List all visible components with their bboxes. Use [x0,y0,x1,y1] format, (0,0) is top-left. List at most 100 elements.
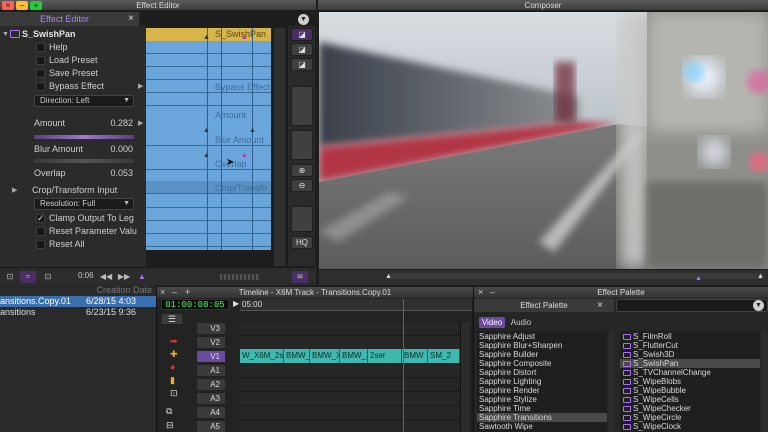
expand-arrow-icon[interactable]: ▶ [138,117,143,130]
composer-monitor[interactable] [319,12,768,269]
close-tab-icon[interactable]: × [597,300,603,311]
track-menu-icon[interactable]: ☰ [161,313,183,325]
track-header-v3[interactable]: V3 [196,322,226,335]
effects-scrollbar[interactable] [761,331,768,432]
keyframe-marker-icon[interactable]: ▲ [203,34,210,41]
mark-in-icon[interactable]: ▲ [385,273,392,280]
track-header-v2[interactable]: V2 [196,336,226,349]
splice-icon[interactable]: ✚ [170,349,178,360]
track-header-a4[interactable]: A4 [196,406,226,419]
zoom-window-icon[interactable]: + [30,1,42,10]
keyframe-marker-icon[interactable]: ▲ [241,34,248,41]
zoom-out-icon[interactable]: ⊖ [291,179,313,192]
blur-amount-value[interactable]: 0.000 [110,143,133,156]
timeline-clip[interactable]: BMW_X [310,349,340,363]
keyframe-marker-icon[interactable]: ▲ [203,152,210,159]
tool-slot[interactable] [291,86,313,126]
category-item[interactable]: Sapphire Render [479,386,539,395]
disclosure-triangle-icon[interactable]: ▼ [2,28,9,41]
save-preset-row[interactable]: Save Preset [0,67,146,80]
bypass-effect-row[interactable]: Bypass Effect ▶ [0,80,146,93]
next-keyframe-icon[interactable]: ▶▶ [116,271,132,283]
position-bar[interactable] [389,273,764,279]
category-item[interactable]: Sapphire Time [479,404,531,413]
tool-slot[interactable] [291,130,313,160]
close-icon[interactable]: × [478,287,483,297]
minimize-icon[interactable]: – [172,287,177,297]
zoom-in-icon[interactable]: ⊕ [291,164,313,177]
minimize-icon[interactable]: – [490,287,495,297]
effect-item[interactable]: S_WipeBubble [623,386,686,395]
overlap-value[interactable]: 0.053 [110,167,133,180]
timeline-titlebar[interactable]: Timeline - X6M Track - Transitions.Copy.… [157,287,473,298]
effect-item[interactable]: S_TVChannelChange [623,368,711,377]
lift-icon[interactable]: ● [170,362,175,372]
keyframe-marker-icon[interactable]: ▲ [249,127,256,134]
extract-icon[interactable]: ▮ [170,375,175,386]
timeline-clip[interactable]: BMW_X [340,349,368,363]
effect-item[interactable]: S_WipeBlobs [623,377,681,386]
save-preset-checkbox[interactable] [36,69,45,78]
timeline-view-icon[interactable]: ⊟ [166,420,174,431]
category-scrollbar[interactable] [608,331,615,432]
category-item[interactable]: Sapphire Stylize [479,395,537,404]
playhead[interactable] [403,299,404,432]
reset-all-row[interactable]: Reset All [0,238,146,251]
close-tab-icon[interactable]: × [128,12,134,26]
minimize-window-icon[interactable]: – [16,1,28,10]
graph-mode-icon[interactable]: ≋ [292,271,308,283]
amount-slider[interactable] [34,135,134,139]
palette-menu-icon[interactable]: ▼ [753,300,764,311]
effect-palette-titlebar[interactable]: Effect Palette [474,287,768,298]
hq-button[interactable]: HQ [291,236,313,249]
timeline-scrollbar[interactable] [460,322,470,432]
track-header-a1[interactable]: A1 [196,364,226,377]
tab-audio[interactable]: Audio [508,317,534,328]
split-view-icon[interactable]: ⊡ [2,271,18,283]
bin-item[interactable]: ansitions 6/23/15 9:36 [0,307,156,318]
reset-parameter-row[interactable]: Reset Parameter Valu [0,225,146,238]
effect-palette-tab[interactable]: Effect Palette [474,299,614,312]
track-header-a5[interactable]: A5 [196,420,226,432]
timeline-clip[interactable]: W_X6M_2ser [240,349,284,363]
keyframe-tool-button[interactable]: ◪ [291,58,313,71]
loop-icon[interactable]: ⊡ [40,271,56,283]
category-item-selected[interactable]: Sapphire Transitions [477,413,607,422]
add-keyframe-icon[interactable]: ▲ [134,271,150,283]
expand-arrow-icon[interactable]: ▶ [138,80,143,93]
keyframe-marker-icon[interactable]: ▲ [203,127,210,134]
tab-video[interactable]: Video [479,317,505,328]
tab-effect-editor[interactable]: Effect Editor [0,12,140,26]
close-window-icon[interactable]: × [2,1,14,10]
timeline-clip[interactable]: BMW_ [284,349,310,363]
category-item[interactable]: Sapphire Lighting [479,377,541,386]
maximize-icon[interactable]: + [185,287,190,297]
composer-titlebar[interactable]: Composer [318,0,768,11]
panel-menu-icon[interactable]: ▼ [298,14,309,25]
vertical-scrollbar[interactable] [273,28,285,266]
direction-dropdown[interactable]: Direction: Left ▼ [34,95,134,107]
load-preset-row[interactable]: Load Preset [0,54,146,67]
play-icon[interactable]: ▶ [233,299,239,308]
mark-out-icon[interactable]: ▲ [757,273,764,280]
track-header-a2[interactable]: A2 [196,378,226,391]
effect-item[interactable]: S_FilmRoll [623,332,672,341]
track-lanes[interactable] [240,322,460,432]
previous-keyframe-icon[interactable]: ◀◀ [98,271,114,283]
effect-item[interactable]: S_WipeCells [623,395,679,404]
bin-column-header[interactable]: Creation Date [0,285,156,296]
blur-amount-slider[interactable] [34,159,134,163]
track-header-a3[interactable]: A3 [196,392,226,405]
search-input[interactable] [616,299,768,312]
tool-slot[interactable] [291,206,313,232]
keyframe-marker-icon[interactable]: ▲ [241,152,248,159]
clamp-output-checkbox[interactable] [36,212,45,225]
load-preset-checkbox[interactable] [36,56,45,65]
close-icon[interactable]: × [160,287,165,297]
keyframe-mode-icon[interactable]: ≈ [20,271,36,283]
segment-icon[interactable]: ⊡ [170,388,178,399]
zoom-slider[interactable] [220,274,260,280]
effect-item-selected[interactable]: S_SwishPan [620,359,760,368]
bin-item[interactable]: ansitions.Copy.01 6/28/15 4:03 [0,296,156,307]
category-item[interactable]: Sapphire Distort [479,368,536,377]
